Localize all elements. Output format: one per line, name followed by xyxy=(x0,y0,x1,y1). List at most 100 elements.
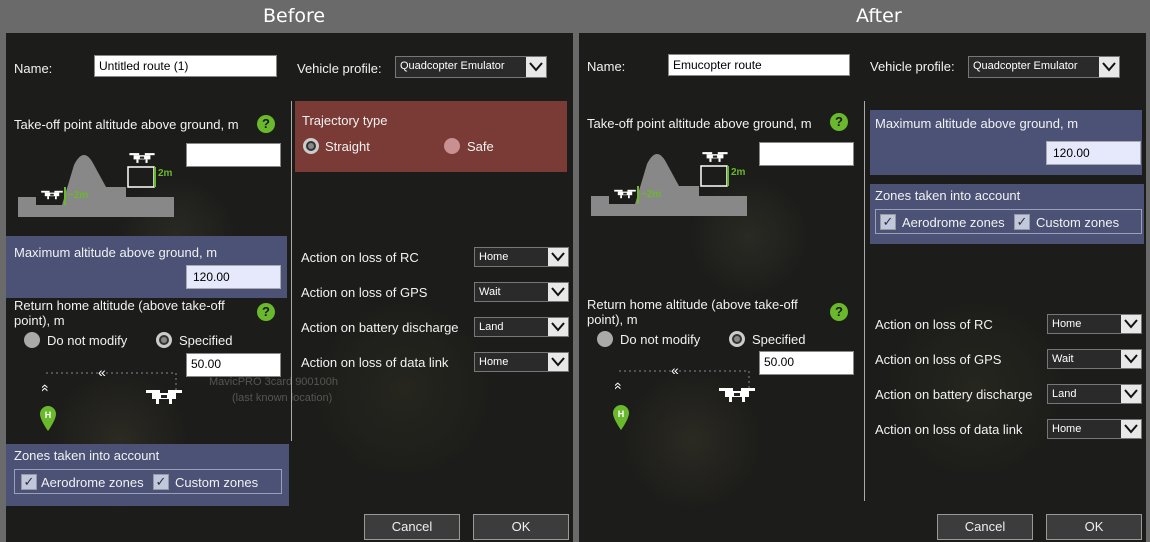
after-dialog: Name: Emucopter route Vehicle profile: Q… xyxy=(579,33,1146,542)
return-home-label-1: Return home altitude (above take-off xyxy=(587,297,798,312)
vehicle-profile-select[interactable]: Quadcopter Emulator xyxy=(968,56,1120,78)
svg-text:«: « xyxy=(98,364,106,380)
return-altitude-input[interactable]: 50.00 xyxy=(759,351,854,375)
rc-loss-select[interactable]: Home xyxy=(1047,314,1142,334)
cancel-button[interactable]: Cancel xyxy=(364,514,460,540)
aerodrome-checkbox[interactable]: ✓ xyxy=(21,474,37,490)
return-home-diagram: « « xyxy=(38,364,182,404)
max-altitude-input[interactable]: 120.00 xyxy=(1046,141,1141,165)
max-altitude-label: Maximum altitude above ground, m xyxy=(875,116,1079,131)
diagram-neg2m-label: −2m xyxy=(641,189,662,200)
gps-loss-select[interactable]: Wait xyxy=(474,282,569,302)
specified-radio[interactable] xyxy=(156,332,172,348)
chevron-down-icon xyxy=(548,353,568,371)
aerodrome-checkbox[interactable]: ✓ xyxy=(880,214,896,230)
column-divider xyxy=(864,101,865,501)
gps-loss-label: Action on loss of GPS xyxy=(875,352,1002,367)
svg-text:«: « xyxy=(611,382,627,390)
trajectory-label: Trajectory type xyxy=(302,113,388,128)
return-home-diagram: « « xyxy=(611,362,755,402)
zones-label: Zones taken into account xyxy=(14,448,160,463)
ok-button[interactable]: OK xyxy=(1046,514,1142,540)
safe-label: Safe xyxy=(467,139,494,154)
diagram-neg2m-label: −2m xyxy=(68,190,89,201)
name-input[interactable]: Untitled route (1) xyxy=(94,55,277,77)
before-heading: Before xyxy=(263,5,326,27)
chevron-down-icon xyxy=(1099,57,1119,77)
specified-radio[interactable] xyxy=(729,331,745,347)
battery-select[interactable]: Land xyxy=(474,317,569,337)
home-pin-icon xyxy=(38,404,58,432)
ok-button[interactable]: OK xyxy=(473,514,569,540)
cancel-button[interactable]: Cancel xyxy=(937,514,1033,540)
battery-value: Land xyxy=(479,321,504,333)
safe-radio[interactable] xyxy=(444,138,460,154)
straight-label: Straight xyxy=(325,139,370,154)
help-icon[interactable]: ? xyxy=(830,303,848,321)
return-home-label-2: point), m xyxy=(14,313,65,328)
datalink-select[interactable]: Home xyxy=(474,352,569,372)
battery-value: Land xyxy=(1052,388,1077,400)
datalink-value: Home xyxy=(1052,423,1082,435)
rc-loss-value: Home xyxy=(479,251,509,263)
rc-loss-select[interactable]: Home xyxy=(474,247,569,267)
chevron-down-icon xyxy=(1121,315,1141,333)
custom-zones-label: Custom zones xyxy=(175,475,259,490)
name-input[interactable]: Emucopter route xyxy=(668,54,850,76)
return-altitude-input[interactable]: 50.00 xyxy=(186,353,281,377)
name-label: Name: xyxy=(14,61,53,76)
aerodrome-label: Aerodrome zones xyxy=(902,215,1005,230)
max-altitude-input[interactable]: 120.00 xyxy=(186,265,281,289)
do-not-modify-label: Do not modify xyxy=(620,332,701,347)
vehicle-profile-value: Quadcopter Emulator xyxy=(400,60,505,72)
gps-loss-value: Wait xyxy=(1052,353,1074,365)
takeoff-altitude-input[interactable] xyxy=(186,143,281,167)
custom-zones-checkbox[interactable]: ✓ xyxy=(153,474,169,490)
name-label: Name: xyxy=(587,59,626,74)
chevron-down-icon xyxy=(526,57,546,77)
help-icon[interactable]: ? xyxy=(257,303,275,321)
home-pin-icon xyxy=(611,403,631,431)
do-not-modify-label: Do not modify xyxy=(47,333,128,348)
do-not-modify-radio[interactable] xyxy=(24,332,40,348)
chevron-down-icon xyxy=(548,248,568,266)
custom-zones-label: Custom zones xyxy=(1036,215,1120,230)
vehicle-profile-label: Vehicle profile: xyxy=(870,59,955,74)
diagram-2m-label: 2m xyxy=(158,168,173,179)
zones-label: Zones taken into account xyxy=(875,188,1021,203)
chevron-down-icon xyxy=(548,318,568,336)
vehicle-profile-select[interactable]: Quadcopter Emulator xyxy=(395,56,547,78)
before-dialog: Name: Untitled route (1) Vehicle profile… xyxy=(6,33,573,542)
battery-select[interactable]: Land xyxy=(1047,384,1142,404)
straight-radio[interactable] xyxy=(303,138,319,154)
chevron-down-icon xyxy=(1121,420,1141,438)
help-icon[interactable]: ? xyxy=(830,113,848,131)
svg-text:«: « xyxy=(671,362,679,378)
column-divider xyxy=(291,101,292,441)
custom-zones-checkbox[interactable]: ✓ xyxy=(1014,214,1030,230)
vehicle-profile-value: Quadcopter Emulator xyxy=(973,60,1078,72)
max-altitude-label: Maximum altitude above ground, m xyxy=(14,245,218,260)
gps-loss-label: Action on loss of GPS xyxy=(301,285,428,300)
takeoff-altitude-label: Take-off point altitude above ground, m xyxy=(14,117,239,132)
aerodrome-label: Aerodrome zones xyxy=(41,475,144,490)
takeoff-altitude-label: Take-off point altitude above ground, m xyxy=(587,116,812,131)
datalink-select[interactable]: Home xyxy=(1047,419,1142,439)
return-home-label-1: Return home altitude (above take-off xyxy=(14,298,225,313)
gps-loss-value: Wait xyxy=(479,286,501,298)
takeoff-diagram xyxy=(18,153,174,217)
rc-loss-value: Home xyxy=(1052,318,1082,330)
help-icon[interactable]: ? xyxy=(257,115,275,133)
after-heading: After xyxy=(856,5,902,27)
do-not-modify-radio[interactable] xyxy=(597,331,613,347)
battery-label: Action on battery discharge xyxy=(301,320,459,335)
vehicle-profile-label: Vehicle profile: xyxy=(297,61,382,76)
trajectory-section xyxy=(295,101,567,172)
takeoff-diagram xyxy=(591,152,747,216)
rc-loss-label: Action on loss of RC xyxy=(875,317,993,332)
chevron-down-icon xyxy=(1121,385,1141,403)
map-label-1: MavicPRO 3card 900100h xyxy=(209,376,339,388)
takeoff-altitude-input[interactable] xyxy=(759,142,854,166)
gps-loss-select[interactable]: Wait xyxy=(1047,349,1142,369)
svg-text:«: « xyxy=(38,384,54,392)
